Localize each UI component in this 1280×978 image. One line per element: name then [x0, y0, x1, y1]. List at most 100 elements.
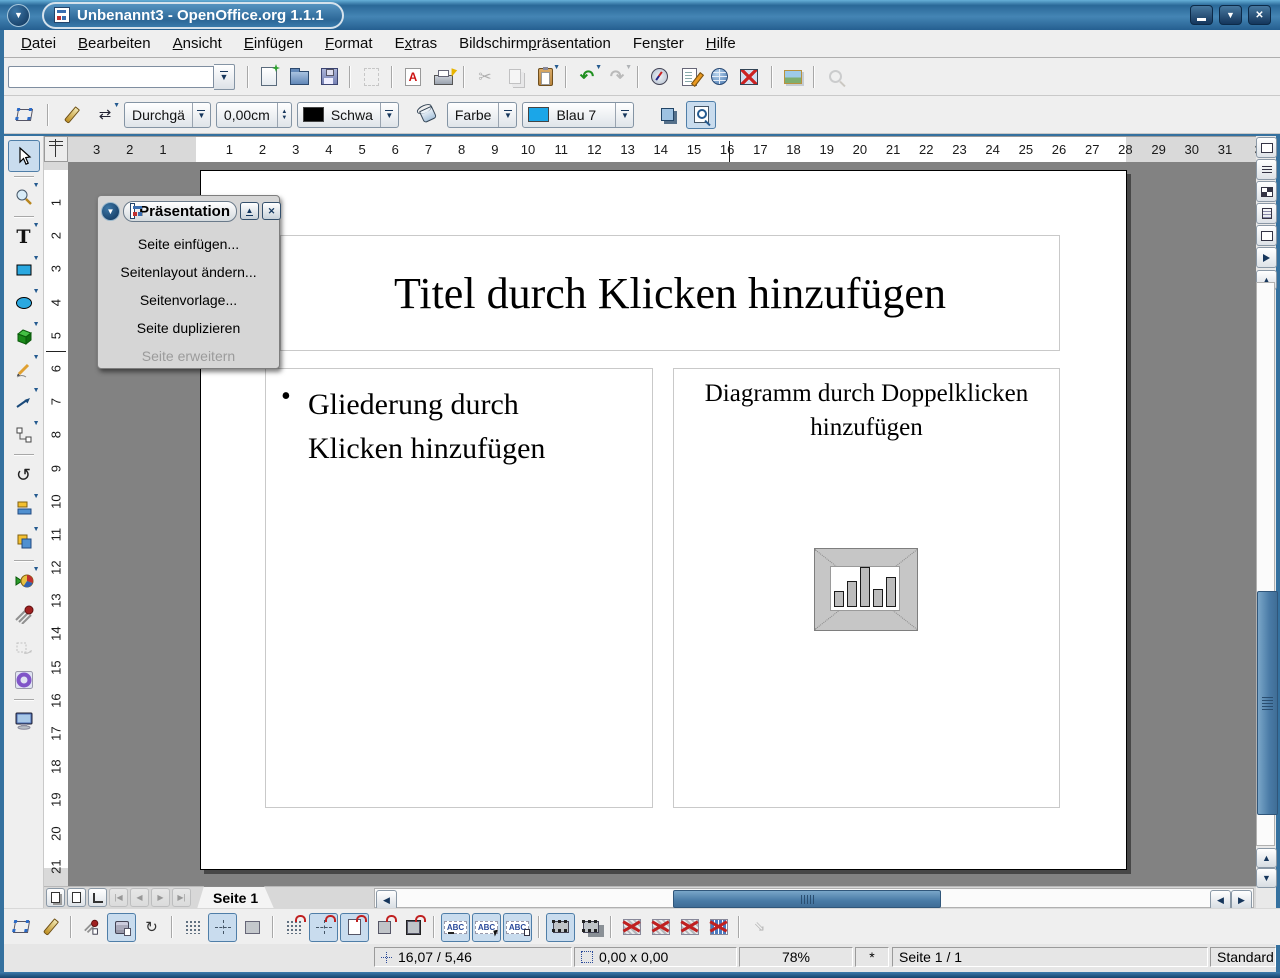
line-style-combo[interactable]: Durchgä ▼ [124, 102, 211, 128]
master-mode-button[interactable] [67, 888, 86, 907]
undo-button[interactable]: ▼ [573, 64, 601, 90]
palette-close-button[interactable] [262, 202, 281, 220]
palette-item[interactable]: Seite erweitern [98, 342, 279, 370]
paste-dropdown-icon[interactable]: ▼ [553, 64, 560, 71]
line-style-dropdown-icon[interactable]: ▼ [192, 103, 210, 127]
select-tool[interactable] [8, 140, 40, 172]
double-click-text-toggle[interactable] [503, 913, 532, 942]
arrow-ends-button[interactable]: ▼ [91, 102, 119, 128]
vertical-scrollbar-thumb[interactable] [1257, 591, 1278, 815]
curve-tool[interactable]: ▼ [9, 354, 39, 384]
print-button[interactable] [429, 64, 457, 90]
export-pdf-button[interactable] [399, 64, 427, 90]
line-placeholder-toggle[interactable] [705, 914, 732, 941]
url-dropdown-icon[interactable]: ▼ [214, 64, 235, 90]
quick-edit-toggle[interactable] [441, 913, 470, 942]
3d-object-tool[interactable]: ▼ [9, 321, 39, 351]
paste-button[interactable]: ▼ [531, 64, 559, 90]
show-grid-toggle[interactable] [179, 914, 206, 941]
pen-button[interactable] [58, 102, 86, 128]
zoom-page-button[interactable] [735, 64, 763, 90]
arrange-tool[interactable]: ▼ [9, 526, 39, 556]
presentation-palette[interactable]: ▼ Präsentation Seite einfügen...Seitenla… [97, 195, 280, 369]
line-color-combo[interactable]: Schwa ▼ [297, 102, 399, 128]
scroll-up-button-2[interactable]: ▲ [1256, 848, 1277, 868]
document-canvas[interactable]: Titel durch Klicken hinzufügen • Glieder… [68, 162, 1256, 886]
ellipse-tool[interactable]: ▼ [9, 288, 39, 318]
rotate-mode-toggle[interactable] [138, 914, 165, 941]
menu-item[interactable]: Extras [384, 32, 449, 55]
snap-points-toggle[interactable] [400, 914, 427, 941]
scroll-left-button-2[interactable]: ◀ [1210, 890, 1231, 910]
line-width-stepper[interactable]: ▲▼ [277, 103, 291, 127]
fill-type-dropdown-icon[interactable]: ▼ [498, 103, 516, 127]
scroll-down-button[interactable]: ▼ [1256, 868, 1277, 888]
gallery-button[interactable] [779, 64, 807, 90]
guides-front-toggle[interactable] [239, 914, 266, 941]
save-button[interactable] [315, 64, 343, 90]
chart-placeholder[interactable]: Diagramm durch Doppelklicken hinzufügen [673, 368, 1060, 808]
chart-placeholder-icon[interactable] [814, 548, 918, 631]
horizontal-scrollbar-thumb[interactable] [673, 890, 941, 908]
insert-tool[interactable]: ▼ [9, 566, 39, 596]
navigator-button[interactable] [645, 64, 673, 90]
presentation-tool[interactable] [9, 705, 39, 735]
horizontal-scrollbar-track[interactable]: ◀ ◀ ▶ [374, 888, 1254, 908]
effects-tool[interactable] [9, 599, 39, 629]
menu-item[interactable]: Format [314, 32, 384, 55]
show-guides-toggle[interactable] [208, 913, 237, 942]
snap-margins-toggle[interactable] [340, 913, 369, 942]
stylist-button[interactable] [675, 64, 703, 90]
palette-item[interactable]: Seite einfügen... [98, 230, 279, 258]
palette-item[interactable]: Seitenvorlage... [98, 286, 279, 314]
menu-item[interactable]: Einfügen [233, 32, 314, 55]
select-text-toggle[interactable] [472, 913, 501, 942]
glue-points-toggle[interactable] [37, 914, 64, 941]
window-menu-button[interactable]: ▼ [7, 4, 30, 27]
lines-arrows-tool[interactable]: ▼ [9, 387, 39, 417]
page-mode-button[interactable] [46, 888, 65, 907]
notes-view-button[interactable] [1256, 203, 1277, 224]
page-tab[interactable]: Seite 1 [197, 886, 274, 909]
menu-item[interactable]: Bildschirmpräsentation [448, 32, 622, 55]
presentation-box-toggle[interactable] [686, 101, 716, 129]
effects-select-toggle[interactable] [78, 914, 105, 941]
scroll-right-button[interactable]: ▶ [1231, 890, 1252, 910]
alignment-tool[interactable]: ▼ [9, 493, 39, 523]
fill-type-combo[interactable]: Farbe ▼ [447, 102, 518, 128]
maximize-button[interactable] [1219, 5, 1242, 25]
outline-placeholder[interactable]: • Gliederung durch Klicken hinzufügen [265, 368, 653, 808]
line-width-spinner[interactable]: 0,00cm ▲▼ [216, 102, 292, 128]
menu-item[interactable]: Bearbeiten [67, 32, 162, 55]
palette-rollup-button[interactable] [240, 202, 259, 220]
undo-dropdown-icon[interactable]: ▼ [595, 64, 602, 71]
zoom-field[interactable]: 78% [739, 947, 853, 967]
picture-placeholder-toggle[interactable] [618, 914, 645, 941]
interaction-select-toggle[interactable] [107, 913, 136, 942]
title-placeholder[interactable]: Titel durch Klicken hinzufügen [280, 235, 1060, 351]
slide-view-button[interactable] [1256, 181, 1277, 202]
url-input[interactable] [8, 66, 214, 88]
edit-points-toggle[interactable] [8, 914, 35, 941]
fill-color-dropdown-icon[interactable]: ▼ [615, 103, 633, 127]
menu-item[interactable]: Hilfe [695, 32, 747, 55]
start-show-button[interactable] [1256, 247, 1277, 268]
minimize-button[interactable] [1190, 5, 1213, 25]
attributes-toggle[interactable] [546, 913, 575, 942]
rotate-tool[interactable] [9, 460, 39, 490]
vertical-scrollbar-track[interactable] [1256, 282, 1275, 846]
rectangle-tool[interactable]: ▼ [9, 255, 39, 285]
vertical-ruler[interactable]: 123456789101112131415161718192021 [44, 162, 69, 886]
shadow-button[interactable] [653, 102, 681, 128]
text-placeholder-toggle[interactable] [676, 914, 703, 941]
hyperlink-button[interactable] [705, 64, 733, 90]
menu-item[interactable]: Fenster [622, 32, 695, 55]
open-button[interactable] [285, 64, 313, 90]
drawing-view-button[interactable] [1256, 137, 1277, 158]
snap-grid-toggle[interactable] [280, 914, 307, 941]
text-tool[interactable]: T▼ [9, 222, 39, 252]
horizontal-ruler[interactable]: 3211234567891011121314151617181920212223… [68, 136, 1256, 164]
snap-guides-toggle[interactable] [309, 913, 338, 942]
scroll-left-button[interactable]: ◀ [376, 890, 397, 910]
slide-page[interactable]: Titel durch Klicken hinzufügen • Glieder… [200, 170, 1127, 870]
